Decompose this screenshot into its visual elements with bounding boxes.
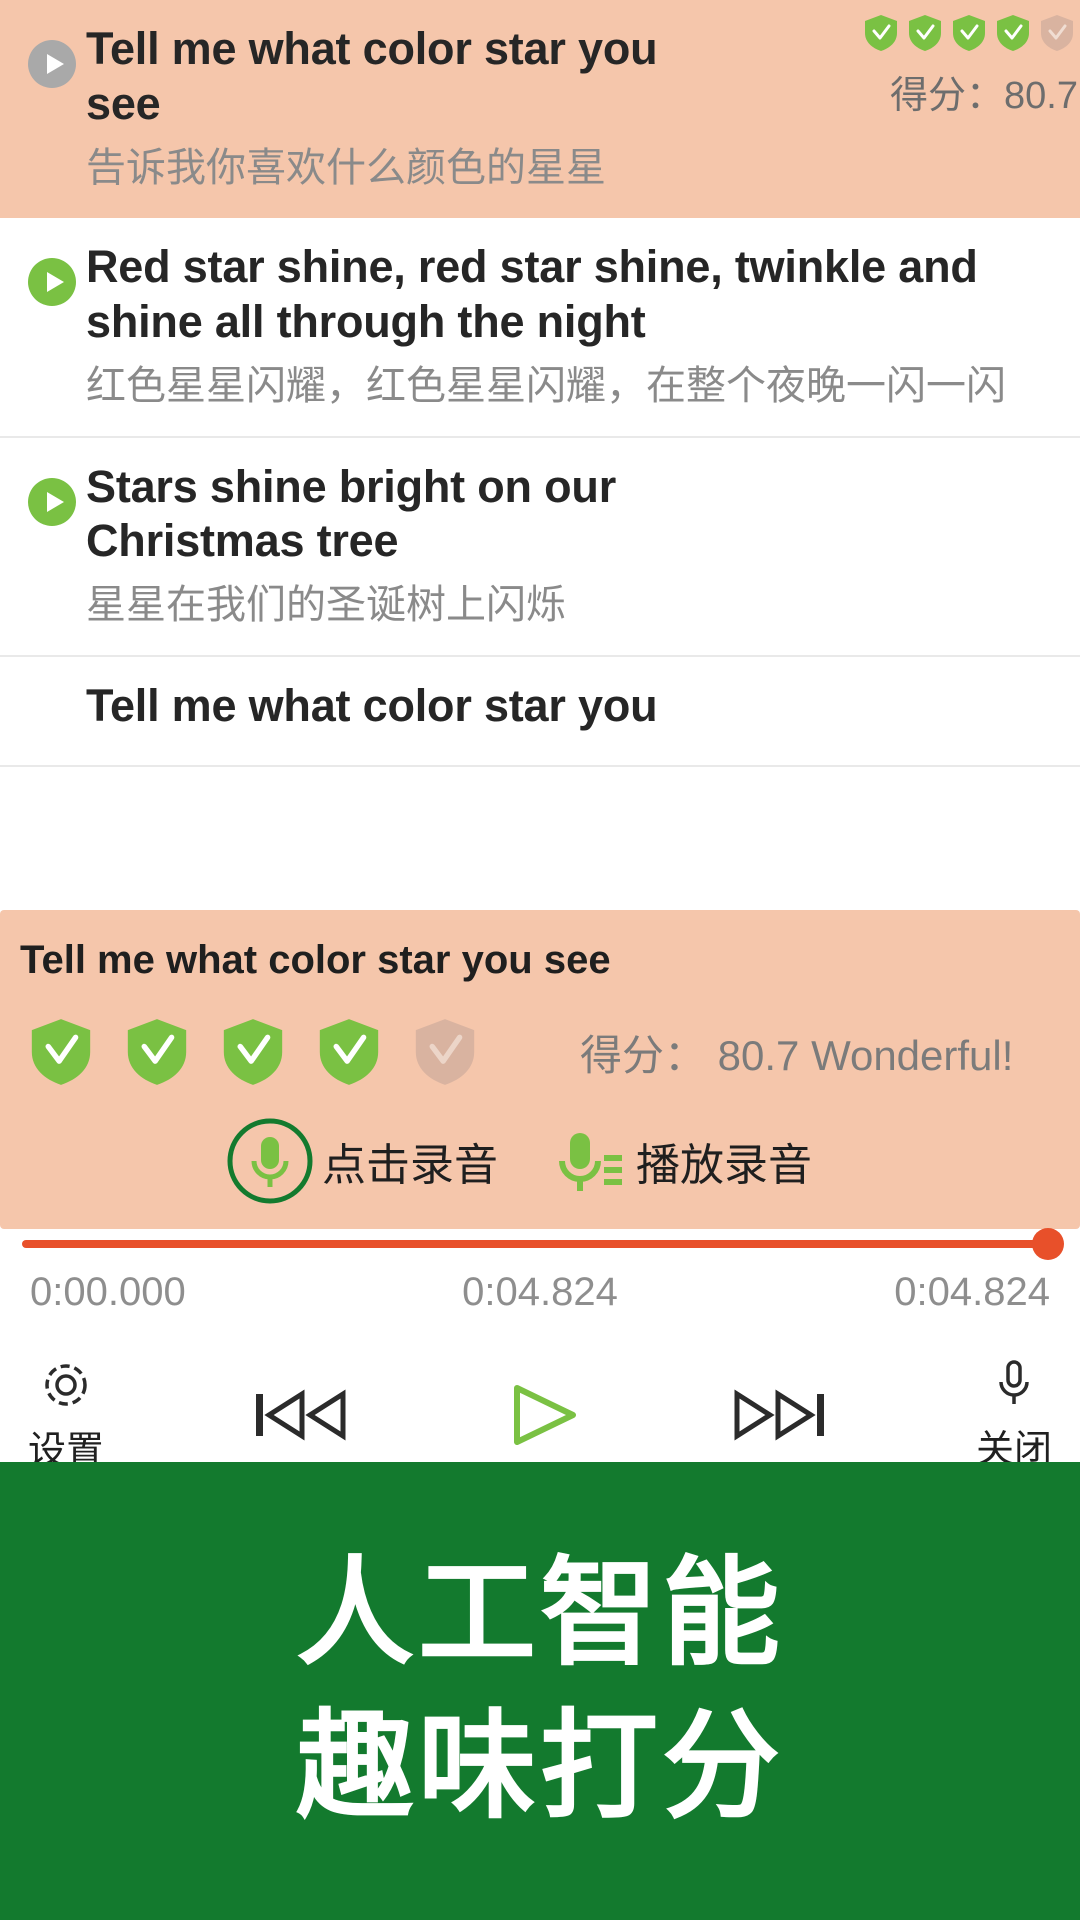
play-icon[interactable] [26, 476, 78, 528]
shield-filled-icon [222, 1017, 284, 1087]
lyric-chinese: 星星在我们的圣诞树上闪烁 [86, 583, 566, 628]
play-icon[interactable] [26, 38, 78, 90]
panel-score-text: 得分： 80.7 Wonderful! [580, 1031, 1014, 1079]
record-button[interactable]: 点击录音 [224, 1115, 498, 1207]
play-button-cell[interactable] [18, 22, 86, 90]
shield-filled-icon [952, 14, 986, 52]
gear-icon[interactable] [36, 1355, 96, 1415]
play-button-cell[interactable] [18, 460, 86, 528]
score-panel: Tell me what color star you see 得分： 80.7… [0, 910, 1080, 1229]
shield-filled-icon [908, 14, 942, 52]
lyric-text: Tell me what color star you [86, 679, 1062, 734]
play-icon[interactable] [26, 256, 78, 308]
shield-filled-icon [996, 14, 1030, 52]
shield-rating-small [660, 14, 1074, 52]
time-labels: 0:00.000 0:04.824 0:04.824 [22, 1270, 1058, 1315]
lyric-row[interactable]: Tell me what color star you [0, 657, 1080, 768]
playback-button-label: 播放录音 [636, 1141, 812, 1190]
microphone-circle-icon[interactable] [224, 1115, 316, 1207]
lyric-chinese: 红色星星闪耀，红色星星闪耀，在整个夜晚一闪一闪 [86, 363, 1006, 408]
start-time: 0:00.000 [30, 1270, 186, 1314]
shield-empty-icon [1040, 14, 1074, 52]
lyric-english: Stars shine bright on our Christmas tree [86, 460, 617, 567]
panel-actions: 点击录音 播放录音 [224, 1115, 1066, 1207]
lyric-text: Red star shine, red star shine, twinkle … [86, 240, 1062, 412]
current-time: 0:04.824 [462, 1270, 618, 1314]
shield-filled-icon [30, 1017, 92, 1087]
shield-filled-icon [126, 1017, 188, 1087]
microphone-icon[interactable] [988, 1356, 1040, 1414]
banner-line-1: 人工智能 [295, 1547, 784, 1680]
transport-bar: 设置 关闭 [0, 1355, 1080, 1474]
close-button[interactable]: 关闭 [976, 1356, 1052, 1473]
promo-banner: 人工智能 趣味打分 [0, 1462, 1080, 1920]
progress-knob[interactable] [1032, 1228, 1064, 1260]
play-pause-button[interactable] [495, 1380, 585, 1450]
lyric-row[interactable]: Red star shine, red star shine, twinkle … [0, 217, 1080, 438]
row-score-area: 得分：80.7 [660, 14, 1080, 119]
progress-area: 0:00.000 0:04.824 0:04.824 [0, 1228, 1080, 1315]
lyric-text: Stars shine bright on our Christmas tree… [86, 460, 1062, 632]
shield-rating: 得分： 80.7 Wonderful! [30, 1017, 1066, 1087]
play-button-cell[interactable] [18, 240, 86, 308]
lyric-english: Red star shine, red star shine, twinkle … [86, 240, 978, 347]
settings-button[interactable]: 设置 [28, 1355, 104, 1474]
lyric-chinese: 告诉我你喜欢什么颜色的星星 [86, 145, 606, 190]
previous-track-button[interactable] [250, 1384, 350, 1446]
record-button-label: 点击录音 [322, 1141, 498, 1190]
total-time: 0:04.824 [894, 1270, 1050, 1314]
previous-track-icon[interactable] [250, 1384, 350, 1446]
shield-filled-icon [318, 1017, 380, 1087]
play-icon[interactable] [495, 1380, 585, 1450]
lyric-row[interactable]: Tell me what color star you see 告诉我你喜欢什么… [0, 0, 1080, 218]
shield-filled-icon [864, 14, 898, 52]
microphone-wave-icon[interactable] [544, 1115, 630, 1207]
app-root: Tell me what color star you see 告诉我你喜欢什么… [0, 0, 1080, 1920]
progress-slider[interactable] [22, 1228, 1064, 1260]
row-score-text: 得分：80.7 [890, 75, 1078, 117]
next-track-button[interactable] [730, 1384, 830, 1446]
banner-line-2: 趣味打分 [295, 1701, 784, 1833]
panel-title: Tell me what color star you see [20, 938, 611, 982]
next-track-icon[interactable] [730, 1384, 830, 1446]
lyric-english: Tell me what color star you [86, 680, 658, 732]
lyric-english: Tell me what color star you see [86, 23, 658, 129]
playback-button[interactable]: 播放录音 [544, 1115, 812, 1207]
lyric-row[interactable]: Stars shine bright on our Christmas tree… [0, 437, 1080, 658]
play-button-cell[interactable] [18, 679, 86, 695]
shield-empty-icon [414, 1017, 476, 1087]
